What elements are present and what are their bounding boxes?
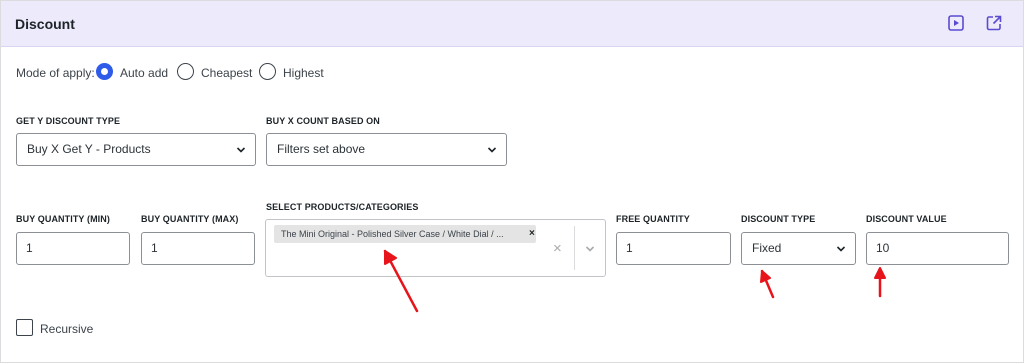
divider xyxy=(574,226,575,270)
get-y-discount-type-select[interactable]: Buy X Get Y - Products xyxy=(16,133,256,166)
select-products-multiselect[interactable]: The Mini Original - Polished Silver Case… xyxy=(265,219,606,277)
radio-highest[interactable] xyxy=(259,63,276,80)
panel-header: Discount xyxy=(1,1,1023,47)
chevron-down-icon[interactable] xyxy=(585,245,595,253)
discount-value-label: DISCOUNT VALUE xyxy=(866,214,947,224)
get-y-discount-type-label: GET Y DISCOUNT TYPE xyxy=(16,116,121,126)
free-quantity-input[interactable]: 1 xyxy=(616,232,731,265)
discount-value-input[interactable]: 10 xyxy=(866,232,1009,265)
recursive-checkbox[interactable] xyxy=(16,319,33,336)
select-products-label: SELECT PRODUCTS/CATEGORIES xyxy=(266,202,419,212)
discount-panel: Discount Mode of apply: Auto add Cheapes… xyxy=(0,0,1024,363)
radio-auto-add[interactable] xyxy=(96,63,113,80)
radio-cheapest[interactable] xyxy=(177,63,194,80)
annotation-arrow-discount-value xyxy=(874,267,886,298)
tag-remove-icon[interactable]: × xyxy=(529,225,535,243)
play-icon[interactable] xyxy=(947,14,965,32)
chevron-down-icon xyxy=(487,147,497,153)
annotation-arrow-products xyxy=(383,249,419,313)
annotation-arrow-discount-type xyxy=(760,269,775,299)
chevron-down-icon xyxy=(236,147,246,153)
buy-quantity-min-input[interactable]: 1 xyxy=(16,232,130,265)
buy-quantity-max-input[interactable]: 1 xyxy=(141,232,255,265)
buy-x-count-based-on-select[interactable]: Filters set above xyxy=(266,133,507,166)
buy-quantity-max-label: BUY QUANTITY (MAX) xyxy=(141,214,239,224)
panel-title: Discount xyxy=(15,16,75,32)
get-y-discount-type-value: Buy X Get Y - Products xyxy=(27,142,151,156)
radio-auto-add-label: Auto add xyxy=(120,66,169,80)
recursive-label: Recursive xyxy=(40,322,94,336)
free-quantity-label: FREE QUANTITY xyxy=(616,214,690,224)
chevron-down-icon xyxy=(836,246,846,252)
mode-of-apply-label: Mode of apply: xyxy=(16,66,95,80)
external-link-icon[interactable] xyxy=(985,14,1003,32)
discount-type-label: DISCOUNT TYPE xyxy=(741,214,816,224)
discount-type-value: Fixed xyxy=(752,241,782,255)
buy-x-count-based-on-label: BUY X COUNT BASED ON xyxy=(266,116,380,126)
clear-selection-icon[interactable]: × xyxy=(553,240,562,257)
radio-highest-label: Highest xyxy=(283,66,324,80)
radio-cheapest-label: Cheapest xyxy=(201,66,253,80)
discount-type-select[interactable]: Fixed xyxy=(741,232,856,265)
buy-x-count-based-on-value: Filters set above xyxy=(277,142,366,156)
selected-product-tag-label: The Mini Original - Polished Silver Case… xyxy=(281,229,504,239)
buy-quantity-min-label: BUY QUANTITY (MIN) xyxy=(16,214,110,224)
